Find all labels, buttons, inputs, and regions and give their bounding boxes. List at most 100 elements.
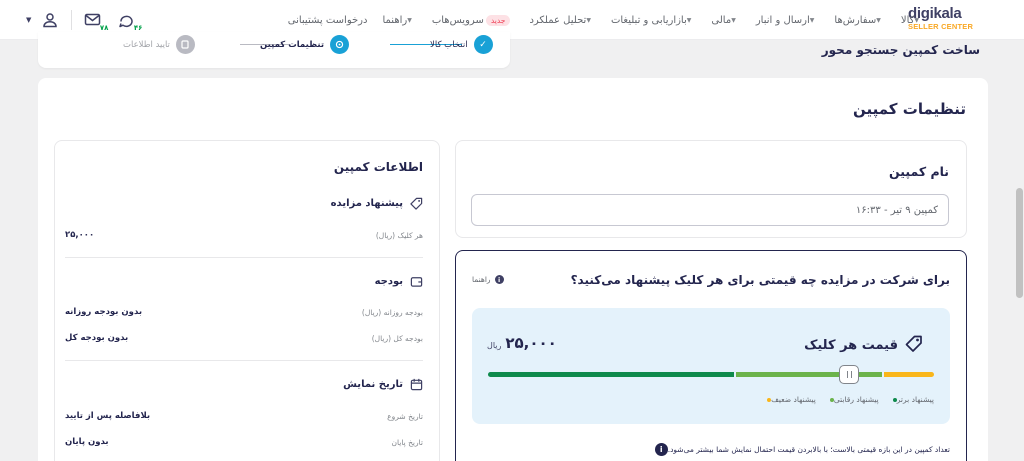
bid-slider[interactable] — [488, 365, 934, 384]
user-icon[interactable] — [39, 9, 61, 31]
calendar-icon — [410, 378, 423, 391]
info-value: ۲۵,۰۰۰ — [65, 230, 95, 240]
notice-text: تعداد کمپین در این بازه قیمتی بالاست؛ با… — [667, 445, 950, 454]
check-icon: ✓ — [473, 35, 493, 54]
date-section-header: تاریخ نمایش — [343, 378, 423, 391]
page-title: ساخت کمپین جستجو محور — [821, 43, 980, 57]
messages-count: ۷۸ — [99, 24, 109, 32]
nav-label: کالا — [900, 14, 915, 26]
section-label: بودجه — [374, 276, 403, 287]
nav-item-analytics[interactable]: تحلیل عملکرد ▼ — [529, 15, 596, 26]
page-scrollbar[interactable] — [1015, 40, 1024, 461]
campaign-name-card: نام کمپین — [455, 140, 967, 238]
nav-item-servicehub[interactable]: سرویس‌هاب جدید — [431, 14, 515, 26]
bid-question: برای شرکت در مزایده چه قیمتی برای هر کلی… — [570, 273, 950, 287]
budget-section-header: بودجه — [375, 275, 423, 288]
step-select-product[interactable]: ✓ انتخاب کالا — [430, 35, 493, 54]
info-key: هر کلیک (ریال) — [375, 230, 423, 240]
nav-item-products[interactable]: کالا ▼ — [901, 15, 924, 26]
top-actions: ▼ ۷۸ ۴۶ — [26, 9, 142, 32]
nav-label: سرویس‌هاب — [431, 14, 484, 26]
nav-label: تحلیل عملکرد — [529, 14, 587, 26]
info-row-per-click: هر کلیک (ریال) ۲۵,۰۰۰ — [65, 230, 423, 240]
step-campaign-settings[interactable]: تنظیمات کمپین — [260, 35, 350, 54]
divider — [65, 257, 423, 258]
price-value: ۲۵,۰۰۰ ریال — [487, 334, 557, 352]
chevron-down-icon: ▼ — [586, 16, 591, 24]
nav-label: سفارش‌ها — [834, 14, 877, 26]
support-chat-icon[interactable]: ۴۶ — [116, 9, 142, 32]
legend-dot — [767, 397, 772, 402]
nav-label: بازاریابی و تبلیغات — [610, 14, 687, 26]
bid-section-header: پیشنهاد مزایده — [331, 197, 423, 210]
price-amount: ۲۵,۰۰۰ — [505, 334, 557, 352]
step-label: تنظیمات کمپین — [260, 39, 325, 50]
legend-weak: پیشنهاد ضعیف — [763, 395, 816, 404]
campaign-name-input[interactable] — [471, 194, 949, 226]
slider-weak-zone — [884, 372, 934, 377]
price-tag-icon — [904, 334, 924, 358]
slider-legend: پیشنهاد ضعیف پیشنهاد رقابتی پیشنهاد برتر — [753, 395, 934, 404]
nav-label: درخواست پشتیبانی — [287, 14, 368, 26]
campaign-info-card: اطلاعات کمپین پیشنهاد مزایده هر کلیک (ری… — [54, 140, 440, 461]
info-row-daily-budget: بودجه روزانه (ریال) بدون بودجه روزانه — [65, 307, 423, 317]
info-value: بدون پایان — [65, 437, 109, 447]
info-key: تاریخ پایان — [391, 437, 423, 447]
legend-dot — [892, 397, 897, 402]
legend-label: پیشنهاد ضعیف — [771, 395, 816, 404]
account-chevron-icon[interactable]: ▼ — [26, 16, 31, 24]
nav-item-marketing[interactable]: بازاریابی و تبلیغات ▼ — [611, 15, 696, 26]
nav-item-shipping[interactable]: ارسال و انبار ▼ — [756, 15, 820, 26]
nav-item-support-request[interactable]: درخواست پشتیبانی — [288, 15, 368, 26]
step-label: انتخاب کالا — [430, 39, 468, 50]
legend-dot — [829, 397, 834, 402]
step-label: تایید اطلاعات — [123, 39, 170, 50]
campaign-settings-panel: تنظیمات کمپین نام کمپین برای شرکت در مزا… — [38, 78, 988, 461]
nav-label: ارسال و انبار — [755, 14, 810, 26]
nav-item-finance[interactable]: مالی ▼ — [711, 15, 740, 26]
slider-top-zone — [488, 372, 734, 377]
price-unit: ریال — [487, 341, 502, 350]
info-key: بودجه کل (ریال) — [371, 333, 423, 343]
nav-label: مالی — [711, 14, 732, 26]
price-box: قیمت هر کلیک ۲۵,۰۰۰ ریال پیشنهاد ضعیف پی… — [472, 308, 950, 424]
nav-item-help[interactable]: راهنما ▼ — [382, 15, 416, 26]
nav-item-orders[interactable]: سفارش‌ها ▼ — [834, 15, 885, 26]
scrollbar-thumb[interactable] — [1016, 188, 1023, 298]
slider-handle[interactable] — [839, 365, 860, 384]
legend-label: پیشنهاد برتر — [896, 395, 934, 404]
guide-link[interactable]: i راهنما — [472, 275, 504, 284]
section-label: تاریخ نمایش — [343, 379, 403, 390]
info-value: بدون بودجه روزانه — [65, 307, 143, 317]
info-row-start-date: تاریخ شروع بلافاصله پس از تایید — [65, 411, 423, 421]
legend-label: پیشنهاد رقابتی — [833, 395, 879, 404]
bid-notice: i تعداد کمپین در این بازه قیمتی بالاست؛ … — [649, 443, 950, 456]
info-row-total-budget: بودجه کل (ریال) بدون بودجه کل — [65, 333, 423, 343]
info-key: تاریخ شروع — [387, 411, 423, 421]
chevron-down-icon: ▼ — [914, 16, 919, 24]
wallet-icon — [410, 277, 423, 287]
step-confirm: تایید اطلاعات — [123, 35, 195, 54]
support-count: ۴۶ — [133, 24, 143, 32]
new-badge: جدید — [485, 14, 511, 26]
chevron-down-icon: ▼ — [407, 16, 412, 24]
guide-label: راهنما — [472, 275, 491, 284]
info-row-end-date: تاریخ پایان بدون پایان — [65, 437, 423, 447]
divider — [65, 360, 423, 361]
legend-competitive: پیشنهاد رقابتی — [826, 395, 879, 404]
info-value: بدون بودجه کل — [65, 333, 129, 343]
bid-card: برای شرکت در مزایده چه قیمتی برای هر کلی… — [455, 250, 967, 461]
chevron-down-icon: ▼ — [809, 16, 815, 24]
legend-top: پیشنهاد برتر — [889, 395, 934, 404]
info-icon: i — [494, 275, 504, 284]
campaign-info-title: اطلاعات کمپین — [333, 160, 423, 174]
campaign-stepper: ✓ انتخاب کالا تنظیمات کمپین تایید اطلاعا… — [38, 32, 510, 68]
info-key: بودجه روزانه (ریال) — [361, 307, 423, 317]
section-title: تنظیمات کمپین — [853, 100, 966, 118]
document-step-icon — [175, 35, 195, 54]
price-per-click-label: قیمت هر کلیک — [804, 338, 898, 353]
divider — [71, 10, 73, 30]
section-label: پیشنهاد مزایده — [330, 198, 403, 209]
chevron-down-icon: ▼ — [731, 16, 736, 24]
messages-icon[interactable]: ۷۸ — [82, 9, 108, 32]
